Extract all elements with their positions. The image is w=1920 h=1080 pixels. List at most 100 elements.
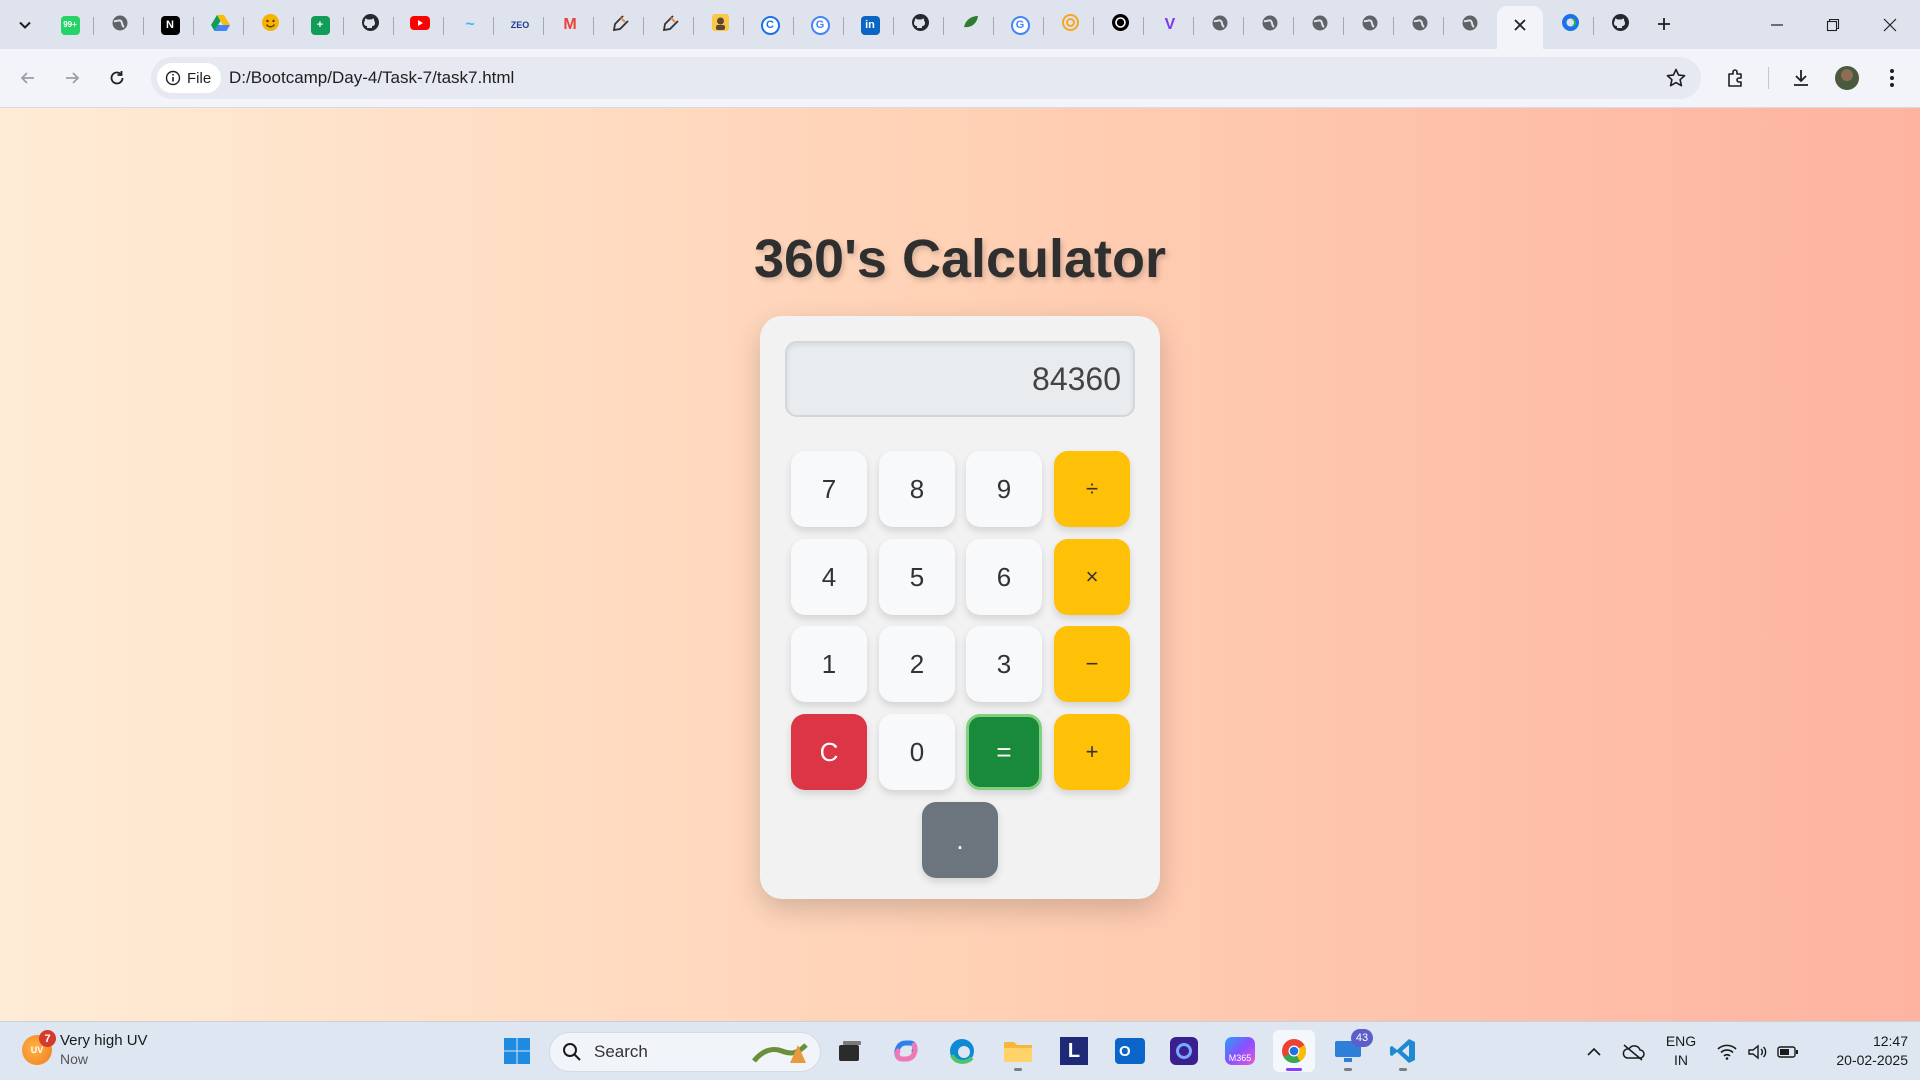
key-decimal-button[interactable]: . bbox=[922, 802, 998, 878]
toolbar-divider bbox=[1768, 67, 1769, 89]
browser-tab[interactable]: G bbox=[997, 7, 1044, 43]
weather-alert-badge: 7 bbox=[39, 1030, 56, 1047]
restore-button[interactable] bbox=[1805, 0, 1861, 49]
downloads-button[interactable] bbox=[1785, 62, 1817, 94]
browser-tab[interactable] bbox=[1347, 7, 1394, 43]
key-7-button[interactable]: 7 bbox=[791, 451, 867, 527]
browser-tab[interactable]: in bbox=[847, 7, 894, 43]
browser-tab[interactable]: N bbox=[147, 7, 194, 43]
browser-tab[interactable]: ZEO bbox=[497, 7, 544, 43]
browser-tab[interactable] bbox=[1597, 7, 1643, 43]
taskbar-app-copilot[interactable] bbox=[885, 1030, 927, 1072]
browser-tab[interactable] bbox=[1547, 7, 1594, 43]
address-bar[interactable]: File D:/Bootcamp/Day-4/Task-7/task7.html bbox=[151, 57, 1701, 99]
browser-tab[interactable] bbox=[1297, 7, 1344, 43]
key-add-button[interactable]: + bbox=[1054, 714, 1130, 790]
forward-button[interactable] bbox=[56, 62, 88, 94]
browser-tab[interactable] bbox=[947, 7, 994, 43]
browser-tab[interactable] bbox=[1197, 7, 1244, 43]
show-hidden-icons-button[interactable] bbox=[1580, 1022, 1608, 1080]
browser-tab[interactable] bbox=[597, 7, 644, 43]
extensions-button[interactable] bbox=[1720, 62, 1752, 94]
reload-button[interactable] bbox=[101, 62, 133, 94]
profile-button[interactable] bbox=[1831, 62, 1863, 94]
tab-separator bbox=[1293, 17, 1294, 35]
taskbar-app-l[interactable]: L bbox=[1053, 1030, 1095, 1072]
key-4-button[interactable]: 4 bbox=[791, 539, 867, 615]
browser-tab[interactable] bbox=[1097, 7, 1144, 43]
tab-separator bbox=[1243, 17, 1244, 35]
browser-tab[interactable] bbox=[1447, 7, 1493, 43]
browser-tab[interactable] bbox=[397, 7, 444, 43]
onedrive-button[interactable] bbox=[1617, 1022, 1649, 1080]
tab-separator bbox=[1593, 17, 1594, 35]
site-info-label: File bbox=[187, 69, 212, 87]
taskbar-app-edge[interactable] bbox=[941, 1030, 983, 1072]
browser-tab[interactable] bbox=[647, 7, 694, 43]
start-button[interactable] bbox=[496, 1030, 538, 1072]
battery-button[interactable] bbox=[1774, 1022, 1802, 1080]
back-button[interactable] bbox=[12, 62, 44, 94]
taskbar-app-teams[interactable]: 43 bbox=[1327, 1029, 1373, 1072]
key-6-button[interactable]: 6 bbox=[966, 539, 1042, 615]
close-icon[interactable] bbox=[1513, 18, 1527, 37]
browser-tab[interactable] bbox=[247, 7, 294, 43]
browser-tab[interactable]: M bbox=[547, 7, 594, 43]
browser-tab[interactable] bbox=[897, 7, 944, 43]
browser-tab[interactable]: G bbox=[797, 7, 844, 43]
weather-widget[interactable]: UV 7 Very high UV Now bbox=[22, 1030, 148, 1069]
calculator-display[interactable]: 84360 bbox=[785, 341, 1135, 417]
key-multiply-button[interactable]: × bbox=[1054, 539, 1130, 615]
tab-active[interactable] bbox=[1497, 6, 1543, 49]
key-equals-button[interactable]: = bbox=[966, 714, 1042, 790]
volume-button[interactable] bbox=[1744, 1022, 1770, 1080]
browser-tab[interactable]: 99+ bbox=[47, 7, 94, 43]
taskbar-clock[interactable]: 12:47 20-02-2025 bbox=[1812, 1032, 1908, 1070]
key-2-button[interactable]: 2 bbox=[879, 626, 955, 702]
taskbar-app-vscode[interactable] bbox=[1382, 1030, 1424, 1072]
browser-tab[interactable]: ~ bbox=[447, 7, 494, 43]
key-9-button[interactable]: 9 bbox=[966, 451, 1042, 527]
site-info-chip[interactable]: File bbox=[157, 63, 222, 93]
info-icon bbox=[165, 70, 181, 86]
key-subtract-button[interactable]: − bbox=[1054, 626, 1130, 702]
browser-tab[interactable] bbox=[1247, 7, 1294, 43]
key-8-button[interactable]: 8 bbox=[879, 451, 955, 527]
key-1-button[interactable]: 1 bbox=[791, 626, 867, 702]
key-divide-button[interactable]: ÷ bbox=[1054, 451, 1130, 527]
swirl-icon bbox=[1061, 13, 1080, 37]
bookmark-button[interactable] bbox=[1665, 67, 1687, 94]
browser-menu-button[interactable] bbox=[1876, 62, 1908, 94]
new-tab-button[interactable] bbox=[1650, 10, 1678, 38]
network-button[interactable] bbox=[1714, 1022, 1740, 1080]
minimize-button[interactable] bbox=[1749, 0, 1805, 49]
key-5-button[interactable]: 5 bbox=[879, 539, 955, 615]
browser-tab[interactable] bbox=[697, 7, 744, 43]
browser-tab[interactable] bbox=[197, 7, 244, 43]
microsoft-365-icon: M365 bbox=[1225, 1037, 1255, 1065]
browser-tab[interactable]: C bbox=[747, 7, 794, 43]
browser-tab[interactable]: V bbox=[1147, 7, 1194, 43]
emoji-icon bbox=[261, 13, 280, 37]
taskbar-search[interactable]: Search bbox=[549, 1032, 821, 1072]
key-0-button[interactable]: 0 bbox=[879, 714, 955, 790]
taskbar-app-file-explorer[interactable] bbox=[997, 1030, 1039, 1072]
key-clear-button[interactable]: C bbox=[791, 714, 867, 790]
tab-separator bbox=[543, 17, 544, 35]
taskbar-app-task-view[interactable] bbox=[829, 1030, 871, 1072]
taskbar-app-chrome[interactable] bbox=[1273, 1030, 1315, 1072]
weather-subtitle: Now bbox=[60, 1051, 89, 1067]
tab-search-button[interactable] bbox=[10, 10, 40, 40]
close-window-button[interactable] bbox=[1862, 0, 1918, 49]
browser-tab[interactable] bbox=[1397, 7, 1444, 43]
input-language-button[interactable]: ENG IN bbox=[1660, 1032, 1702, 1070]
browser-tab[interactable]: + bbox=[297, 7, 344, 43]
browser-tab[interactable] bbox=[347, 7, 394, 43]
key-3-button[interactable]: 3 bbox=[966, 626, 1042, 702]
url-text[interactable]: D:/Bootcamp/Day-4/Task-7/task7.html bbox=[229, 57, 514, 99]
taskbar-app-circle[interactable] bbox=[1163, 1030, 1205, 1072]
taskbar-app-outlook[interactable]: O bbox=[1109, 1030, 1151, 1072]
taskbar-app-m365[interactable]: M365 bbox=[1219, 1030, 1261, 1072]
browser-tab[interactable] bbox=[1047, 7, 1094, 43]
browser-tab[interactable] bbox=[97, 7, 144, 43]
